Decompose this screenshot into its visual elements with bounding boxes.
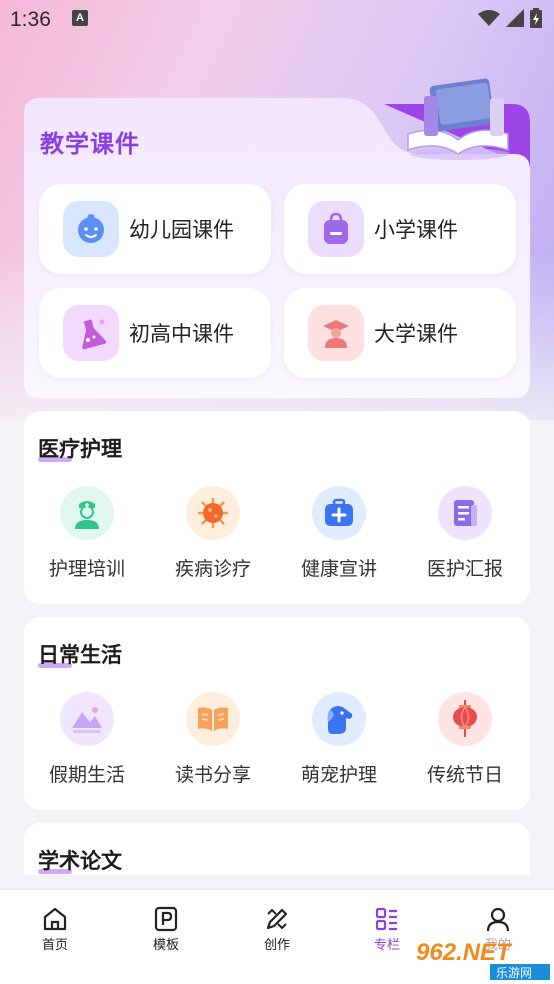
status-icons xyxy=(478,8,542,28)
status-time: 1:36 xyxy=(10,8,51,31)
dog-icon xyxy=(312,692,366,746)
watermark-logo: 962.NET 乐游网 xyxy=(412,936,550,980)
section-title: 日常生活 xyxy=(38,644,122,667)
home-icon xyxy=(43,907,67,931)
section-academic: 学术论文 xyxy=(24,823,530,875)
create-icon xyxy=(266,908,288,930)
flask-icon xyxy=(63,305,119,361)
course-label: 初高中课件 xyxy=(129,323,234,346)
signal-icon xyxy=(506,9,524,27)
profile-icon xyxy=(486,907,510,932)
nav-template[interactable]: 模板 xyxy=(136,906,196,953)
category-medical-report[interactable]: 医护汇报 xyxy=(402,486,528,596)
teaching-courseware-card: 教学课件 幼儿园课件 小学课件 初高中课件 大学课件 xyxy=(24,78,530,398)
status-bar: 1:36 A xyxy=(0,0,554,40)
category-label: 假期生活 xyxy=(48,765,125,786)
category-label: 萌宠护理 xyxy=(300,765,377,786)
column-icon xyxy=(375,907,397,931)
lantern-icon xyxy=(438,692,492,746)
category-pet-care[interactable]: 萌宠护理 xyxy=(276,692,402,802)
nav-create[interactable]: 创作 xyxy=(247,906,307,953)
category-label: 读书分享 xyxy=(174,765,251,786)
course-middle-high-button[interactable]: 初高中课件 xyxy=(39,288,271,378)
watermark-sub: 乐游网 xyxy=(496,966,532,980)
course-kindergarten-button[interactable]: 幼儿园课件 xyxy=(39,184,271,274)
course-label: 大学课件 xyxy=(374,323,458,346)
section-title: 学术论文 xyxy=(38,850,122,873)
nav-column[interactable]: 专栏 xyxy=(357,906,417,953)
report-icon xyxy=(438,486,492,540)
nav-label: 创作 xyxy=(263,937,290,952)
nav-home[interactable]: 首页 xyxy=(25,906,85,953)
notification-icon: A xyxy=(72,10,88,26)
course-university-button[interactable]: 大学课件 xyxy=(284,288,516,378)
landscape-icon xyxy=(60,692,114,746)
baby-face-icon xyxy=(63,201,119,257)
category-book-sharing[interactable]: 读书分享 xyxy=(150,692,276,802)
teaching-title: 教学课件 xyxy=(40,131,140,158)
book-illustration xyxy=(407,78,510,160)
course-label: 小学课件 xyxy=(374,219,458,242)
wifi-icon xyxy=(478,10,500,26)
nav-label: 专栏 xyxy=(373,937,400,952)
category-label: 医护汇报 xyxy=(426,559,503,580)
battery-icon xyxy=(530,8,542,28)
section-title: 医疗护理 xyxy=(38,438,122,461)
nav-label: 首页 xyxy=(41,937,68,952)
category-label: 传统节日 xyxy=(426,765,503,786)
category-health-lecture[interactable]: 健康宣讲 xyxy=(276,486,402,596)
section-medical: 医疗护理 护理培训 疾病诊疗 健康宣讲 医护汇报 xyxy=(24,411,530,604)
template-icon xyxy=(154,906,178,932)
open-book-icon xyxy=(186,692,240,746)
section-daily-life: 日常生活 假期生活 读书分享 萌宠护理 传统节日 xyxy=(24,617,530,810)
category-label: 健康宣讲 xyxy=(300,559,377,580)
category-holiday-life[interactable]: 假期生活 xyxy=(24,692,150,802)
watermark-text: 962.NET xyxy=(416,939,513,966)
course-label: 幼儿园课件 xyxy=(129,219,234,242)
category-label: 疾病诊疗 xyxy=(174,559,251,580)
medical-kit-icon xyxy=(312,486,366,540)
category-label: 护理培训 xyxy=(48,559,125,580)
category-disease-treatment[interactable]: 疾病诊疗 xyxy=(150,486,276,596)
school-bag-icon xyxy=(308,201,364,257)
nav-label: 模板 xyxy=(152,937,179,952)
nurse-icon xyxy=(60,486,114,540)
virus-icon xyxy=(186,486,240,540)
graduate-icon xyxy=(308,305,364,361)
category-nursing-training[interactable]: 护理培训 xyxy=(24,486,150,596)
category-traditional-festival[interactable]: 传统节日 xyxy=(402,692,528,802)
course-primary-button[interactable]: 小学课件 xyxy=(284,184,516,274)
